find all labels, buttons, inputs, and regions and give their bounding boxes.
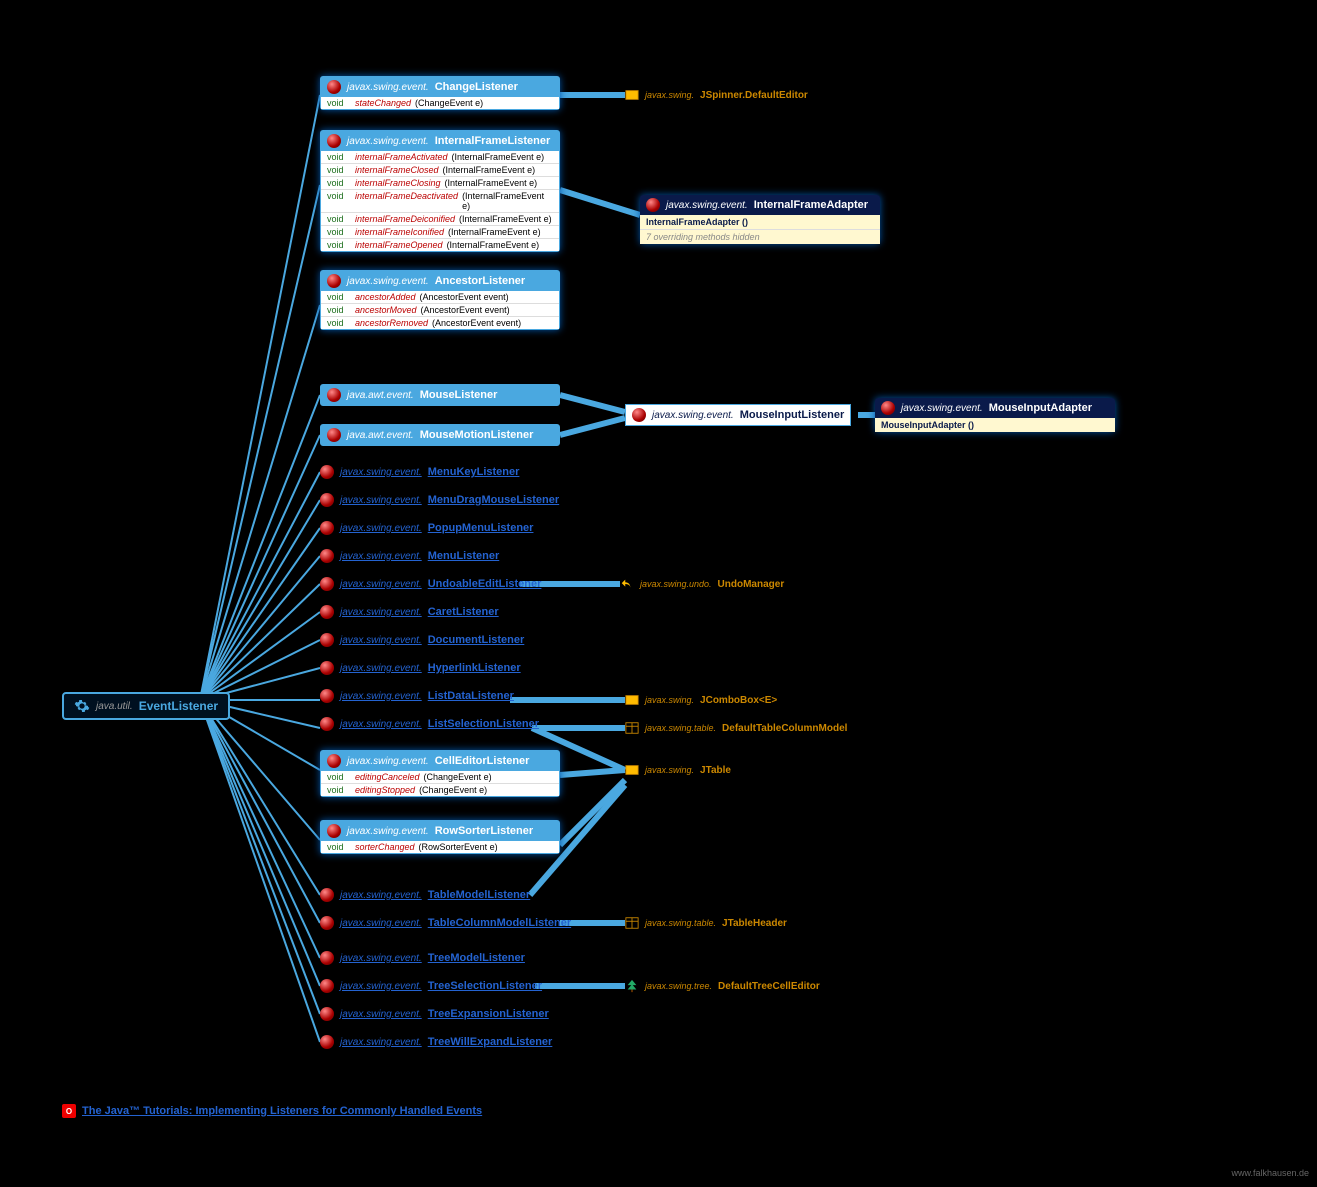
ref-default-table-column-model[interactable]: javax.swing.table.DefaultTableColumnMode… <box>625 721 847 735</box>
link-menulistener[interactable]: javax.swing.event.MenuListener <box>320 549 499 563</box>
link-menudragmouselistener[interactable]: javax.swing.event.MenuDragMouseListener <box>320 493 559 507</box>
table-icon <box>625 721 639 735</box>
box-internal-frame-listener: javax.swing.event.InternalFrameListener … <box>320 130 560 252</box>
ball-icon <box>320 689 334 703</box>
box-mouse-listener: java.awt.event.MouseListener <box>320 384 560 406</box>
ref-jspinner-default-editor[interactable]: javax.swing.JSpinner.DefaultEditor <box>625 88 808 102</box>
box-ancestor-listener: javax.swing.event.AncestorListener voida… <box>320 270 560 330</box>
root-eventlistener: java.util. EventListener <box>62 692 230 720</box>
link-treeselectionlistener[interactable]: javax.swing.event.TreeSelectionListener <box>320 979 542 993</box>
link-listdatalistener[interactable]: javax.swing.event.ListDataListener <box>320 689 514 703</box>
box-row-sorter-listener: javax.swing.event.RowSorterListener void… <box>320 820 560 854</box>
ball-icon <box>881 401 895 415</box>
tree-icon <box>625 979 639 993</box>
box-mouse-input-adapter: javax.swing.event.MouseInputAdapter Mous… <box>875 398 1115 432</box>
ref-jcombobox[interactable]: javax.swing.JComboBox<E> <box>625 693 777 707</box>
box-cell-editor-listener: javax.swing.event.CellEditorListener voi… <box>320 750 560 797</box>
ball-icon <box>327 824 341 838</box>
link-menukeylistener[interactable]: javax.swing.event.MenuKeyListener <box>320 465 519 479</box>
ref-jtable[interactable]: javax.swing.JTable <box>625 763 731 777</box>
ball-icon <box>320 888 334 902</box>
ball-icon <box>327 134 341 148</box>
ref-jtable-header[interactable]: javax.swing.table.JTableHeader <box>625 916 787 930</box>
ball-icon <box>646 198 660 212</box>
gear-icon <box>74 698 90 714</box>
box-icon <box>625 693 639 707</box>
ball-icon <box>320 1007 334 1021</box>
undo-icon <box>620 577 634 591</box>
oracle-icon: O <box>62 1104 76 1118</box>
ball-icon <box>320 605 334 619</box>
ball-icon <box>327 388 341 402</box>
ball-icon <box>320 717 334 731</box>
root-name: EventListener <box>139 699 218 713</box>
box-mouse-input-listener: javax.swing.event.MouseInputListener <box>625 404 851 426</box>
link-undoableeditlistener[interactable]: javax.swing.event.UndoableEditListener <box>320 577 541 591</box>
box-icon <box>625 763 639 777</box>
ball-icon <box>320 577 334 591</box>
box-icon <box>625 88 639 102</box>
link-treeexpansionlistener[interactable]: javax.swing.event.TreeExpansionListener <box>320 1007 549 1021</box>
ball-icon <box>327 428 341 442</box>
ball-icon <box>632 408 646 422</box>
ball-icon <box>320 521 334 535</box>
ball-icon <box>327 80 341 94</box>
ball-icon <box>320 465 334 479</box>
footer-link[interactable]: The Java™ Tutorials: Implementing Listen… <box>82 1105 482 1117</box>
link-treemodellistener[interactable]: javax.swing.event.TreeModelListener <box>320 951 525 965</box>
ref-default-tree-cell-editor[interactable]: javax.swing.tree.DefaultTreeCellEditor <box>625 979 820 993</box>
box-internal-frame-adapter: javax.swing.event.InternalFrameAdapter I… <box>640 195 880 244</box>
ball-icon <box>327 754 341 768</box>
ball-icon <box>320 916 334 930</box>
link-popupmenulistener[interactable]: javax.swing.event.PopupMenuListener <box>320 521 533 535</box>
ball-icon <box>327 274 341 288</box>
link-tablecolumnmodellistener[interactable]: javax.swing.event.TableColumnModelListen… <box>320 916 571 930</box>
ball-icon <box>320 493 334 507</box>
link-hyperlinklistener[interactable]: javax.swing.event.HyperlinkListener <box>320 661 521 675</box>
link-caretlistener[interactable]: javax.swing.event.CaretListener <box>320 605 499 619</box>
ball-icon <box>320 979 334 993</box>
link-listselectionlistener[interactable]: javax.swing.event.ListSelectionListener <box>320 717 539 731</box>
footer-tutorial-link[interactable]: O The Java™ Tutorials: Implementing List… <box>62 1104 482 1118</box>
ball-icon <box>320 633 334 647</box>
root-pkg: java.util. <box>96 701 133 712</box>
link-treewillexpandlistener[interactable]: javax.swing.event.TreeWillExpandListener <box>320 1035 552 1049</box>
table-icon <box>625 916 639 930</box>
credit-text: www.falkhausen.de <box>1231 1168 1309 1178</box>
link-tablemodellistener[interactable]: javax.swing.event.TableModelListener <box>320 888 530 902</box>
ball-icon <box>320 661 334 675</box>
ball-icon <box>320 1035 334 1049</box>
ball-icon <box>320 951 334 965</box>
box-mouse-motion-listener: java.awt.event.MouseMotionListener <box>320 424 560 446</box>
link-documentlistener[interactable]: javax.swing.event.DocumentListener <box>320 633 524 647</box>
ball-icon <box>320 549 334 563</box>
box-change-listener: javax.swing.event.ChangeListener voidsta… <box>320 76 560 110</box>
ref-undo-manager[interactable]: javax.swing.undo.UndoManager <box>620 577 784 591</box>
